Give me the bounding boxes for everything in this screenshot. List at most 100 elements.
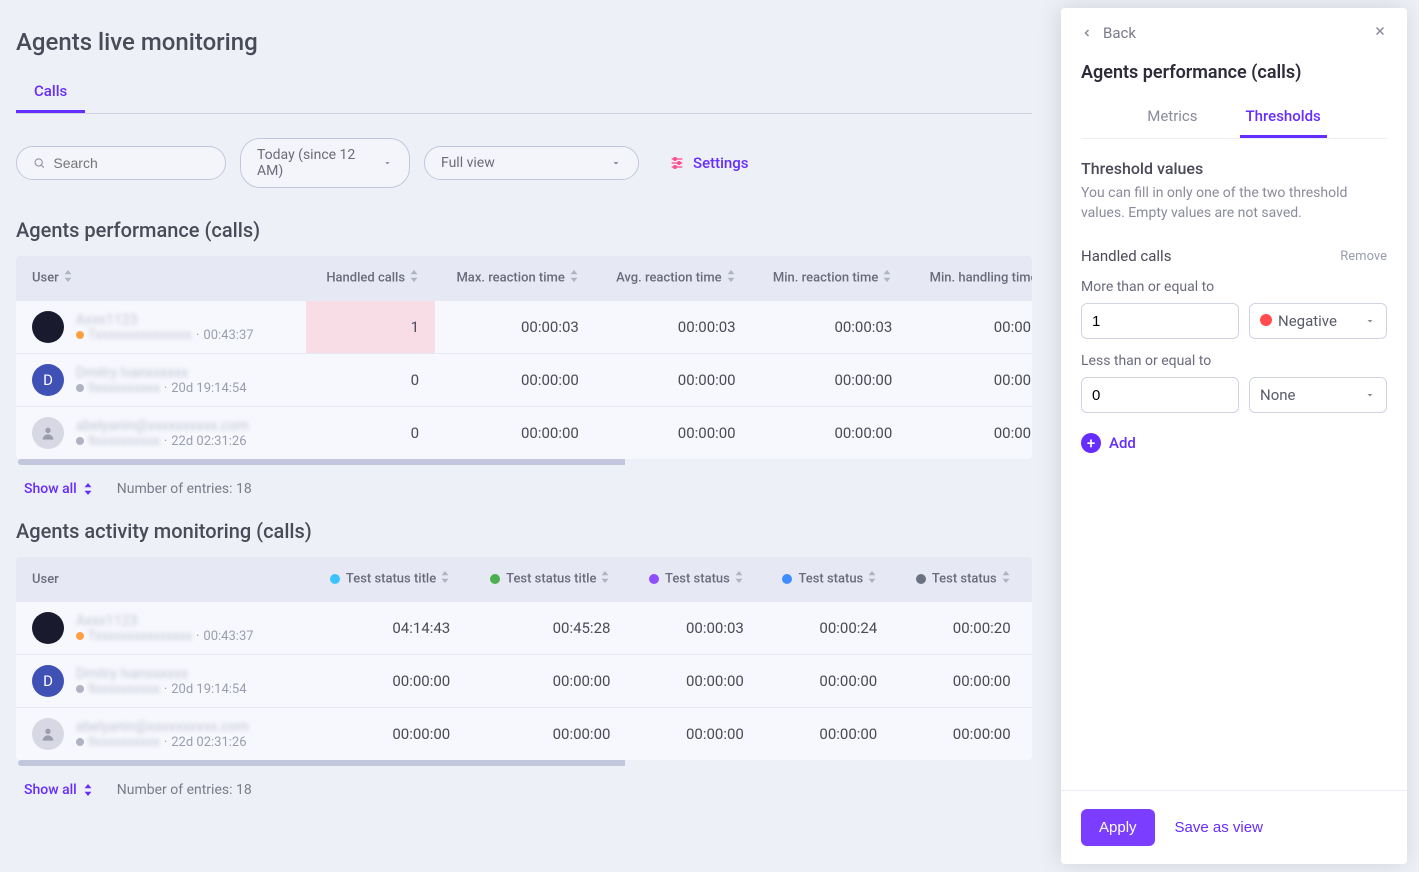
- col-handled[interactable]: Handled calls: [306, 256, 435, 301]
- cell-extra: [1027, 602, 1032, 655]
- status-dot-icon: [649, 574, 659, 584]
- chevron-down-icon: [610, 157, 622, 169]
- remove-button[interactable]: Remove: [1340, 249, 1387, 264]
- gte-label: More than or equal to: [1081, 279, 1387, 295]
- add-button[interactable]: + Add: [1081, 433, 1387, 453]
- col-user[interactable]: User: [16, 256, 306, 301]
- lte-color-select[interactable]: None: [1249, 377, 1387, 413]
- chevron-down-icon: [1364, 389, 1376, 401]
- col-activity[interactable]: 0gggg: [1027, 557, 1032, 602]
- save-view-button[interactable]: Save as view: [1175, 819, 1263, 836]
- activity-table: UserTest status titleTest status titleTe…: [16, 557, 1032, 760]
- cell-c4: 00:00:00: [760, 655, 893, 708]
- user-subline: 9xxxxxxxxxx · 20d 19:14:54: [76, 682, 247, 697]
- table-row[interactable]: Axxx1123 Txxxxxxxxxxxxxxx · 00:43:37100:…: [16, 301, 1032, 354]
- tab-metrics[interactable]: Metrics: [1141, 97, 1203, 138]
- sort-icon: [600, 571, 610, 583]
- cell-c4: 00:00:24: [760, 602, 893, 655]
- status-dot-icon: [76, 632, 84, 640]
- col-activity[interactable]: Test status title: [466, 557, 626, 602]
- gte-color-select[interactable]: Negative: [1249, 303, 1387, 339]
- col-activity[interactable]: Test status: [760, 557, 893, 602]
- user-icon: [40, 726, 56, 742]
- table-row[interactable]: DDmitry Ivanxxxxxx 9xxxxxxxxxx · 20d 19:…: [16, 655, 1032, 708]
- sort-icon: [63, 270, 73, 282]
- table-row[interactable]: DDmitry Ivanxxxxxx 9xxxxxxxxxx · 20d 19:…: [16, 354, 1032, 407]
- perf-header-row: User Handled calls Max. reaction time Av…: [16, 256, 1032, 301]
- col-activity[interactable]: Test status: [893, 557, 1026, 602]
- gte-input[interactable]: [1081, 303, 1239, 339]
- show-all-button[interactable]: Show all: [24, 481, 93, 497]
- col-max[interactable]: Max. reaction time: [435, 256, 595, 301]
- cell-min: 00:00:00: [752, 354, 909, 407]
- cell-user: Axxx1123 Txxxxxxxxxxxxxxx · 00:43:37: [16, 301, 306, 354]
- main-tabs: Calls: [16, 72, 1032, 114]
- cell-c3: 00:00:00: [626, 655, 759, 708]
- col-activity[interactable]: Test status: [626, 557, 759, 602]
- threshold-heading: Threshold values: [1081, 159, 1387, 178]
- cell-c5: 00:00:00: [893, 655, 1026, 708]
- side-panel: Back Agents performance (calls) Metrics …: [1061, 8, 1407, 864]
- date-range-select[interactable]: Today (since 12 AM): [240, 138, 410, 188]
- activity-section-title: Agents activity monitoring (calls): [0, 513, 1048, 557]
- back-button[interactable]: Back: [1081, 24, 1136, 42]
- cell-avg: 00:00:00: [595, 354, 752, 407]
- user-cell: DDmitry Ivanxxxxxx 9xxxxxxxxxx · 20d 19:…: [32, 665, 290, 697]
- search-input-wrap[interactable]: [16, 146, 226, 180]
- cell-c4: 00:00:00: [760, 708, 893, 761]
- view-mode-select[interactable]: Full view: [424, 146, 639, 180]
- status-dot-icon: [76, 384, 84, 392]
- cell-c1: 04:14:43: [306, 602, 466, 655]
- panel-title: Agents performance (calls): [1081, 42, 1387, 97]
- sort-icon: [882, 270, 892, 282]
- lte-input[interactable]: [1081, 377, 1239, 413]
- lte-label: Less than or equal to: [1081, 353, 1387, 369]
- sliders-icon: [669, 155, 685, 171]
- avatar: [32, 718, 64, 750]
- avatar: [32, 612, 64, 644]
- status-dot-icon: [490, 574, 500, 584]
- cell-user: Axxx1123 Txxxxxxxxxxxxxxx · 00:43:37: [16, 602, 306, 655]
- table-row[interactable]: abelyanin@xxxxxxxxxx.com 9xxxxxxxxxx · 2…: [16, 407, 1032, 460]
- user-name: Axxx1123: [76, 613, 254, 629]
- sort-icon: [1001, 571, 1011, 583]
- settings-button[interactable]: Settings: [669, 154, 749, 172]
- cell-extra: [1027, 708, 1032, 761]
- close-button[interactable]: [1373, 24, 1387, 42]
- settings-label: Settings: [693, 154, 749, 172]
- cell-c3: 00:00:00: [626, 708, 759, 761]
- table-row[interactable]: Axxx1123 Txxxxxxxxxxxxxxx · 00:43:3704:1…: [16, 602, 1032, 655]
- user-subline: 9xxxxxxxxxx · 20d 19:14:54: [76, 381, 247, 396]
- entry-count: Number of entries: 18: [117, 782, 252, 798]
- cell-c5: 00:00:00: [893, 708, 1026, 761]
- avatar: [32, 311, 64, 343]
- tab-thresholds[interactable]: Thresholds: [1240, 97, 1327, 138]
- sort-icon: [726, 270, 736, 282]
- col-minh[interactable]: Min. handling time: [908, 256, 1032, 301]
- entry-count: Number of entries: 18: [117, 481, 252, 497]
- cell-user: abelyanin@xxxxxxxxxx.com 9xxxxxxxxxx · 2…: [16, 407, 306, 460]
- search-input[interactable]: [53, 155, 209, 171]
- user-name: abelyanin@xxxxxxxxxx.com: [76, 719, 249, 735]
- cell-min: 00:00:03: [752, 301, 909, 354]
- col-activity[interactable]: User: [16, 557, 306, 602]
- cell-c2: 00:00:00: [466, 655, 626, 708]
- cell-max: 00:00:00: [435, 407, 595, 460]
- cell-c2: 00:00:00: [466, 708, 626, 761]
- cell-handled: 0: [306, 354, 435, 407]
- col-avg[interactable]: Avg. reaction time: [595, 256, 752, 301]
- table-row[interactable]: abelyanin@xxxxxxxxxx.com 9xxxxxxxxxx · 2…: [16, 708, 1032, 761]
- panel-tabs: Metrics Thresholds: [1081, 97, 1387, 139]
- cell-c5: 00:00:20: [893, 602, 1026, 655]
- date-range-label: Today (since 12 AM): [257, 147, 374, 179]
- user-cell: abelyanin@xxxxxxxxxx.com 9xxxxxxxxxx · 2…: [32, 417, 290, 449]
- col-activity[interactable]: Test status title: [306, 557, 466, 602]
- user-name: Axxx1123: [76, 312, 254, 328]
- col-min[interactable]: Min. reaction time: [752, 256, 909, 301]
- tab-calls[interactable]: Calls: [16, 72, 85, 113]
- panel-body: Threshold values You can fill in only on…: [1061, 139, 1407, 790]
- expand-icon: [83, 784, 93, 796]
- show-all-button[interactable]: Show all: [24, 782, 93, 798]
- user-subline: Txxxxxxxxxxxxxxx · 00:43:37: [76, 328, 254, 343]
- apply-button[interactable]: Apply: [1081, 809, 1155, 846]
